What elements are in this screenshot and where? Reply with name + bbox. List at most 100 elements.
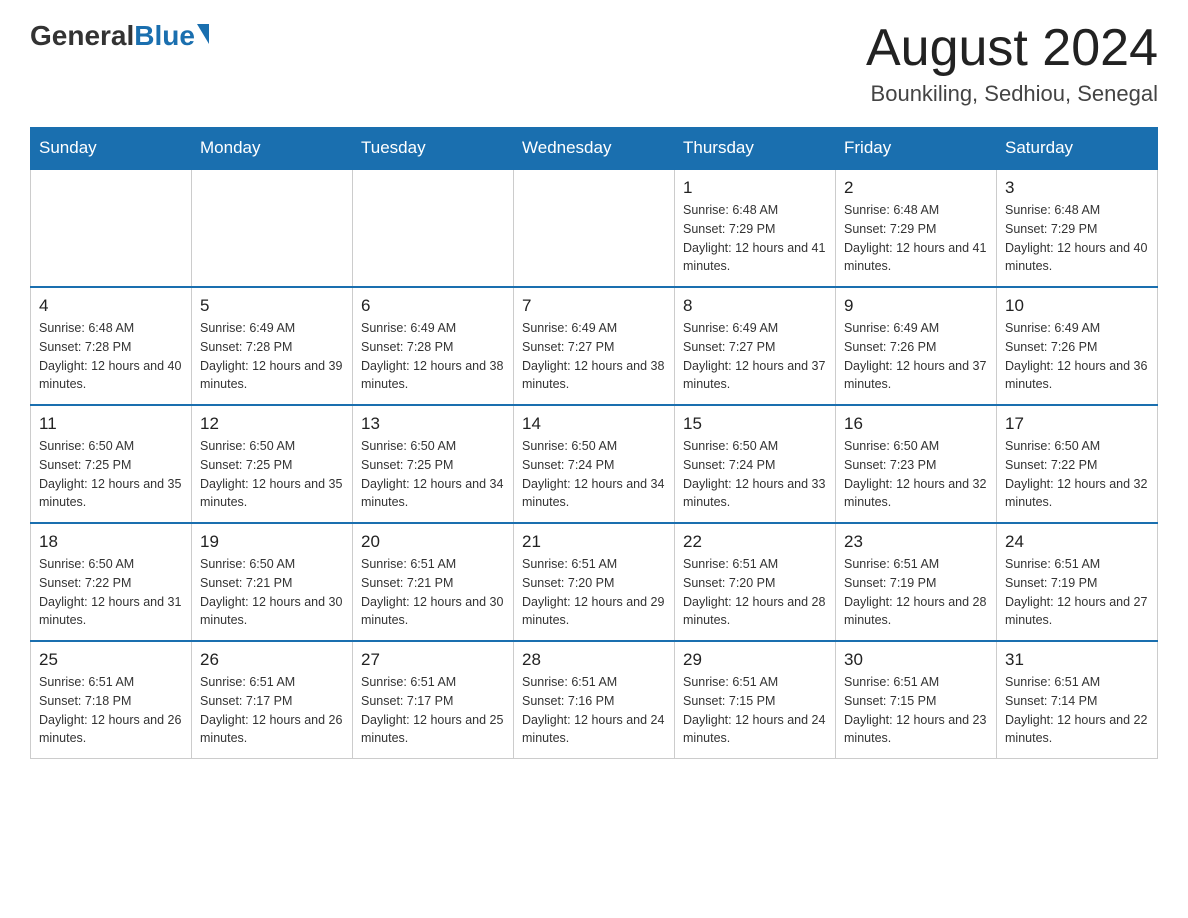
- day-info: Sunrise: 6:51 AMSunset: 7:18 PMDaylight:…: [39, 673, 183, 748]
- calendar-cell: 15 Sunrise: 6:50 AMSunset: 7:24 PMDayligh…: [675, 405, 836, 523]
- calendar-table: SundayMondayTuesdayWednesdayThursdayFrid…: [30, 127, 1158, 759]
- day-number: 28: [522, 650, 666, 670]
- day-info: Sunrise: 6:50 AMSunset: 7:25 PMDaylight:…: [361, 437, 505, 512]
- calendar-cell: 19 Sunrise: 6:50 AMSunset: 7:21 PMDayligh…: [192, 523, 353, 641]
- calendar-cell: 14Sunrise: 6:50 AMSunset: 7:24 PMDayligh…: [514, 405, 675, 523]
- calendar-cell: 1Sunrise: 6:48 AMSunset: 7:29 PMDaylight…: [675, 169, 836, 287]
- calendar-cell: 27Sunrise: 6:51 AMSunset: 7:17 PMDayligh…: [353, 641, 514, 759]
- calendar-week-row: 11 Sunrise: 6:50 AMSunset: 7:25 PMDayligh…: [31, 405, 1158, 523]
- day-number: 19: [200, 532, 344, 552]
- calendar-cell: 18Sunrise: 6:50 AMSunset: 7:22 PMDayligh…: [31, 523, 192, 641]
- day-number: 26: [200, 650, 344, 670]
- day-number: 24: [1005, 532, 1149, 552]
- day-info: Sunrise: 6:48 AMSunset: 7:29 PMDaylight:…: [844, 201, 988, 276]
- calendar-cell: 23Sunrise: 6:51 AMSunset: 7:19 PMDayligh…: [836, 523, 997, 641]
- calendar-cell: 21 Sunrise: 6:51 AMSunset: 7:20 PMDayligh…: [514, 523, 675, 641]
- calendar-cell: [353, 169, 514, 287]
- day-info: Sunrise: 6:49 AMSunset: 7:27 PMDaylight:…: [683, 319, 827, 394]
- calendar-cell: 11 Sunrise: 6:50 AMSunset: 7:25 PMDayligh…: [31, 405, 192, 523]
- day-number: 8: [683, 296, 827, 316]
- day-number: 6: [361, 296, 505, 316]
- day-number: 25: [39, 650, 183, 670]
- calendar-cell: 13 Sunrise: 6:50 AMSunset: 7:25 PMDayligh…: [353, 405, 514, 523]
- calendar-week-row: 1Sunrise: 6:48 AMSunset: 7:29 PMDaylight…: [31, 169, 1158, 287]
- calendar-day-header: Tuesday: [353, 128, 514, 170]
- calendar-week-row: 18Sunrise: 6:50 AMSunset: 7:22 PMDayligh…: [31, 523, 1158, 641]
- day-info: Sunrise: 6:50 AMSunset: 7:22 PMDaylight:…: [1005, 437, 1149, 512]
- day-info: Sunrise: 6:49 AMSunset: 7:28 PMDaylight:…: [361, 319, 505, 394]
- calendar-cell: 17 Sunrise: 6:50 AMSunset: 7:22 PMDayligh…: [997, 405, 1158, 523]
- calendar-cell: 22Sunrise: 6:51 AMSunset: 7:20 PMDayligh…: [675, 523, 836, 641]
- day-info: Sunrise: 6:50 AMSunset: 7:24 PMDaylight:…: [522, 437, 666, 512]
- calendar-cell: 7 Sunrise: 6:49 AMSunset: 7:27 PMDaylight…: [514, 287, 675, 405]
- day-info: Sunrise: 6:51 AMSunset: 7:19 PMDaylight:…: [1005, 555, 1149, 630]
- calendar-cell: 12Sunrise: 6:50 AMSunset: 7:25 PMDayligh…: [192, 405, 353, 523]
- day-number: 21: [522, 532, 666, 552]
- day-number: 20: [361, 532, 505, 552]
- day-info: Sunrise: 6:48 AMSunset: 7:29 PMDaylight:…: [683, 201, 827, 276]
- day-info: Sunrise: 6:51 AMSunset: 7:15 PMDaylight:…: [683, 673, 827, 748]
- calendar-cell: 5 Sunrise: 6:49 AMSunset: 7:28 PMDaylight…: [192, 287, 353, 405]
- calendar-week-row: 4Sunrise: 6:48 AMSunset: 7:28 PMDaylight…: [31, 287, 1158, 405]
- day-number: 22: [683, 532, 827, 552]
- day-info: Sunrise: 6:48 AMSunset: 7:28 PMDaylight:…: [39, 319, 183, 394]
- calendar-cell: 9Sunrise: 6:49 AMSunset: 7:26 PMDaylight…: [836, 287, 997, 405]
- day-number: 10: [1005, 296, 1149, 316]
- day-number: 5: [200, 296, 344, 316]
- calendar-day-header: Sunday: [31, 128, 192, 170]
- day-number: 11: [39, 414, 183, 434]
- logo-triangle-icon: [197, 24, 209, 44]
- calendar-cell: [31, 169, 192, 287]
- logo: General Blue: [30, 20, 209, 52]
- calendar-day-header: Thursday: [675, 128, 836, 170]
- day-info: Sunrise: 6:49 AMSunset: 7:28 PMDaylight:…: [200, 319, 344, 394]
- day-number: 29: [683, 650, 827, 670]
- calendar-cell: 16 Sunrise: 6:50 AMSunset: 7:23 PMDayligh…: [836, 405, 997, 523]
- day-number: 31: [1005, 650, 1149, 670]
- calendar-cell: 25 Sunrise: 6:51 AMSunset: 7:18 PMDayligh…: [31, 641, 192, 759]
- logo-general-text: General: [30, 20, 134, 52]
- calendar-day-header: Wednesday: [514, 128, 675, 170]
- day-info: Sunrise: 6:50 AMSunset: 7:25 PMDaylight:…: [200, 437, 344, 512]
- day-info: Sunrise: 6:49 AMSunset: 7:27 PMDaylight:…: [522, 319, 666, 394]
- calendar-header-row: SundayMondayTuesdayWednesdayThursdayFrid…: [31, 128, 1158, 170]
- calendar-cell: 2 Sunrise: 6:48 AMSunset: 7:29 PMDaylight…: [836, 169, 997, 287]
- day-info: Sunrise: 6:49 AMSunset: 7:26 PMDaylight:…: [1005, 319, 1149, 394]
- day-info: Sunrise: 6:51 AMSunset: 7:19 PMDaylight:…: [844, 555, 988, 630]
- calendar-cell: 28Sunrise: 6:51 AMSunset: 7:16 PMDayligh…: [514, 641, 675, 759]
- month-title: August 2024: [866, 20, 1158, 77]
- day-number: 30: [844, 650, 988, 670]
- day-info: Sunrise: 6:50 AMSunset: 7:25 PMDaylight:…: [39, 437, 183, 512]
- day-number: 16: [844, 414, 988, 434]
- calendar-cell: 10 Sunrise: 6:49 AMSunset: 7:26 PMDayligh…: [997, 287, 1158, 405]
- day-info: Sunrise: 6:51 AMSunset: 7:20 PMDaylight:…: [522, 555, 666, 630]
- location-title: Bounkiling, Sedhiou, Senegal: [866, 81, 1158, 107]
- day-number: 13: [361, 414, 505, 434]
- calendar-cell: 31 Sunrise: 6:51 AMSunset: 7:14 PMDayligh…: [997, 641, 1158, 759]
- day-info: Sunrise: 6:51 AMSunset: 7:14 PMDaylight:…: [1005, 673, 1149, 748]
- logo-blue-text: Blue: [134, 20, 195, 52]
- day-info: Sunrise: 6:50 AMSunset: 7:24 PMDaylight:…: [683, 437, 827, 512]
- calendar-cell: 30Sunrise: 6:51 AMSunset: 7:15 PMDayligh…: [836, 641, 997, 759]
- day-info: Sunrise: 6:50 AMSunset: 7:23 PMDaylight:…: [844, 437, 988, 512]
- calendar-cell: 20Sunrise: 6:51 AMSunset: 7:21 PMDayligh…: [353, 523, 514, 641]
- calendar-cell: 3Sunrise: 6:48 AMSunset: 7:29 PMDaylight…: [997, 169, 1158, 287]
- day-info: Sunrise: 6:48 AMSunset: 7:29 PMDaylight:…: [1005, 201, 1149, 276]
- calendar-cell: 26Sunrise: 6:51 AMSunset: 7:17 PMDayligh…: [192, 641, 353, 759]
- calendar-cell: 29 Sunrise: 6:51 AMSunset: 7:15 PMDayligh…: [675, 641, 836, 759]
- calendar-cell: [192, 169, 353, 287]
- page-header: General Blue August 2024 Bounkiling, Sed…: [30, 20, 1158, 107]
- day-number: 15: [683, 414, 827, 434]
- day-number: 27: [361, 650, 505, 670]
- title-block: August 2024 Bounkiling, Sedhiou, Senegal: [866, 20, 1158, 107]
- day-number: 17: [1005, 414, 1149, 434]
- calendar-day-header: Saturday: [997, 128, 1158, 170]
- day-number: 7: [522, 296, 666, 316]
- logo-blue-container: Blue: [134, 20, 209, 52]
- day-number: 18: [39, 532, 183, 552]
- day-info: Sunrise: 6:50 AMSunset: 7:21 PMDaylight:…: [200, 555, 344, 630]
- calendar-day-header: Friday: [836, 128, 997, 170]
- calendar-cell: 8 Sunrise: 6:49 AMSunset: 7:27 PMDaylight…: [675, 287, 836, 405]
- day-number: 2: [844, 178, 988, 198]
- calendar-cell: 4Sunrise: 6:48 AMSunset: 7:28 PMDaylight…: [31, 287, 192, 405]
